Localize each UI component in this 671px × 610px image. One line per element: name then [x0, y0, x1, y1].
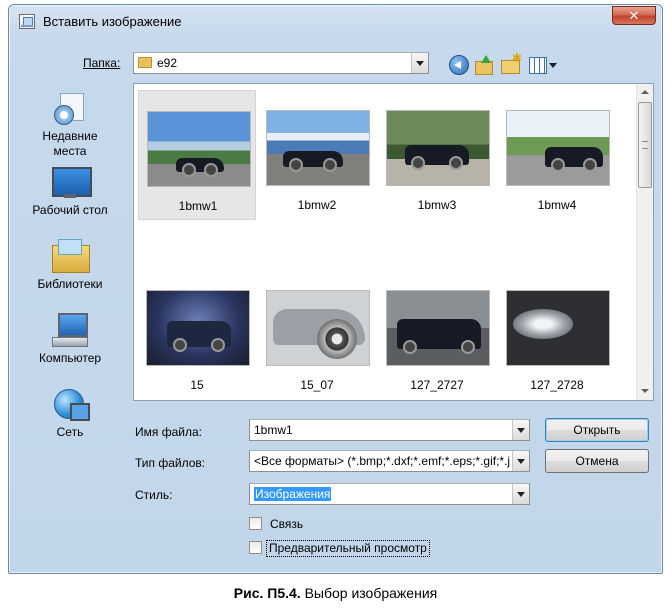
file-item[interactable]: 1bmw1	[138, 90, 256, 220]
file-item[interactable]: 15_07	[258, 270, 376, 400]
file-name: 1bmw3	[417, 198, 457, 212]
place-recent-label-1: Недавние	[42, 129, 98, 143]
thumbnail-image	[147, 111, 251, 187]
place-recent-label-2: места	[53, 144, 87, 158]
scroll-down-icon[interactable]	[637, 383, 653, 400]
chevron-down-icon[interactable]	[512, 451, 529, 471]
caption-text: Выбор изображения	[300, 585, 438, 601]
close-button[interactable]: ✕	[612, 6, 656, 25]
up-folder-icon[interactable]	[475, 55, 495, 75]
preview-label: Предварительный просмотр	[266, 540, 430, 557]
file-item[interactable]: 127_2727	[378, 270, 496, 400]
thumbnail-image	[266, 290, 370, 366]
caption-number: Рис. П5.4.	[233, 585, 301, 601]
insert-image-dialog: Вставить изображение ✕ Папка: e92 Недавн…	[8, 4, 663, 574]
file-item[interactable]: 1bmw3	[378, 90, 496, 220]
filename-input[interactable]: 1bmw1	[249, 419, 530, 441]
app-icon	[19, 14, 35, 29]
place-desktop[interactable]: Рабочий стол	[9, 165, 131, 218]
chevron-down-icon[interactable]	[512, 484, 529, 504]
lookin-dropdown[interactable]: e92	[133, 52, 429, 74]
place-network-label: Сеть	[56, 425, 84, 439]
computer-icon	[52, 313, 88, 347]
file-name: 1bmw1	[178, 199, 218, 213]
file-item[interactable]: 15	[138, 270, 256, 400]
file-list[interactable]: 1bmw1 1bmw2 1bmw3 1bmw4 15 15_07 127_272…	[133, 83, 654, 401]
file-name: 1bmw2	[297, 198, 337, 212]
folder-icon	[138, 57, 152, 68]
style-select[interactable]: Изображения	[249, 483, 530, 505]
scroll-thumb[interactable]	[638, 102, 652, 188]
open-button[interactable]: Открыть	[545, 418, 649, 442]
filename-label: Имя файла:	[135, 425, 202, 439]
network-icon	[52, 387, 90, 421]
back-icon[interactable]	[449, 55, 469, 75]
style-label: Стиль:	[135, 488, 173, 502]
file-name: 15_07	[300, 378, 334, 392]
file-name: 15	[190, 378, 204, 392]
thumbnail-image	[266, 110, 370, 186]
title-bar: Вставить изображение ✕	[9, 5, 662, 35]
place-computer[interactable]: Компьютер	[9, 313, 131, 366]
file-name: 1bmw4	[537, 198, 577, 212]
lookin-value: e92	[157, 56, 178, 70]
link-label: Связь	[270, 517, 304, 531]
vertical-scrollbar[interactable]	[636, 84, 653, 400]
file-item[interactable]: 1bmw4	[498, 90, 616, 220]
place-computer-label: Компьютер	[38, 351, 102, 365]
file-name: 127_2728	[530, 378, 584, 392]
filetype-value: <Все форматы> (*.bmp;*.dxf;*.emf;*.eps;*…	[254, 454, 511, 468]
cancel-button[interactable]: Отмена	[545, 449, 649, 473]
thumbnail-image	[146, 290, 250, 366]
file-item[interactable]: 1bmw2	[258, 90, 376, 220]
thumbnail-image	[386, 110, 490, 186]
figure-caption: Рис. П5.4. Выбор изображения	[0, 585, 671, 601]
filetype-select[interactable]: <Все форматы> (*.bmp;*.dxf;*.emf;*.eps;*…	[249, 450, 530, 472]
place-network[interactable]: Сеть	[9, 387, 131, 440]
thumbnail-image	[506, 110, 610, 186]
link-checkbox[interactable]	[249, 517, 262, 530]
place-recent[interactable]: Недавние места	[9, 91, 131, 159]
lookin-label: Папка:	[83, 56, 120, 70]
scroll-up-icon[interactable]	[637, 84, 653, 101]
preview-checkbox[interactable]	[249, 541, 262, 554]
desktop-icon	[52, 165, 92, 199]
file-name: 127_2727	[410, 378, 464, 392]
libraries-icon	[52, 239, 90, 273]
thumbnail-image	[386, 290, 490, 366]
filename-value: 1bmw1	[254, 423, 293, 437]
file-item[interactable]: 127_2728	[498, 270, 616, 400]
thumbnail-image	[506, 290, 610, 366]
views-menu-icon[interactable]	[529, 55, 559, 75]
chevron-down-icon[interactable]	[411, 53, 428, 73]
lookin-label-text: Папка:	[83, 56, 121, 70]
filetype-label: Тип файлов:	[135, 456, 206, 470]
window-title: Вставить изображение	[43, 14, 182, 29]
new-folder-icon[interactable]	[501, 51, 522, 75]
place-libraries-label: Библиотеки	[37, 277, 103, 291]
chevron-down-icon[interactable]	[512, 420, 529, 440]
place-libraries[interactable]: Библиотеки	[9, 239, 131, 292]
place-desktop-label: Рабочий стол	[32, 203, 108, 217]
style-value: Изображения	[254, 487, 332, 501]
recent-places-icon	[52, 91, 88, 125]
